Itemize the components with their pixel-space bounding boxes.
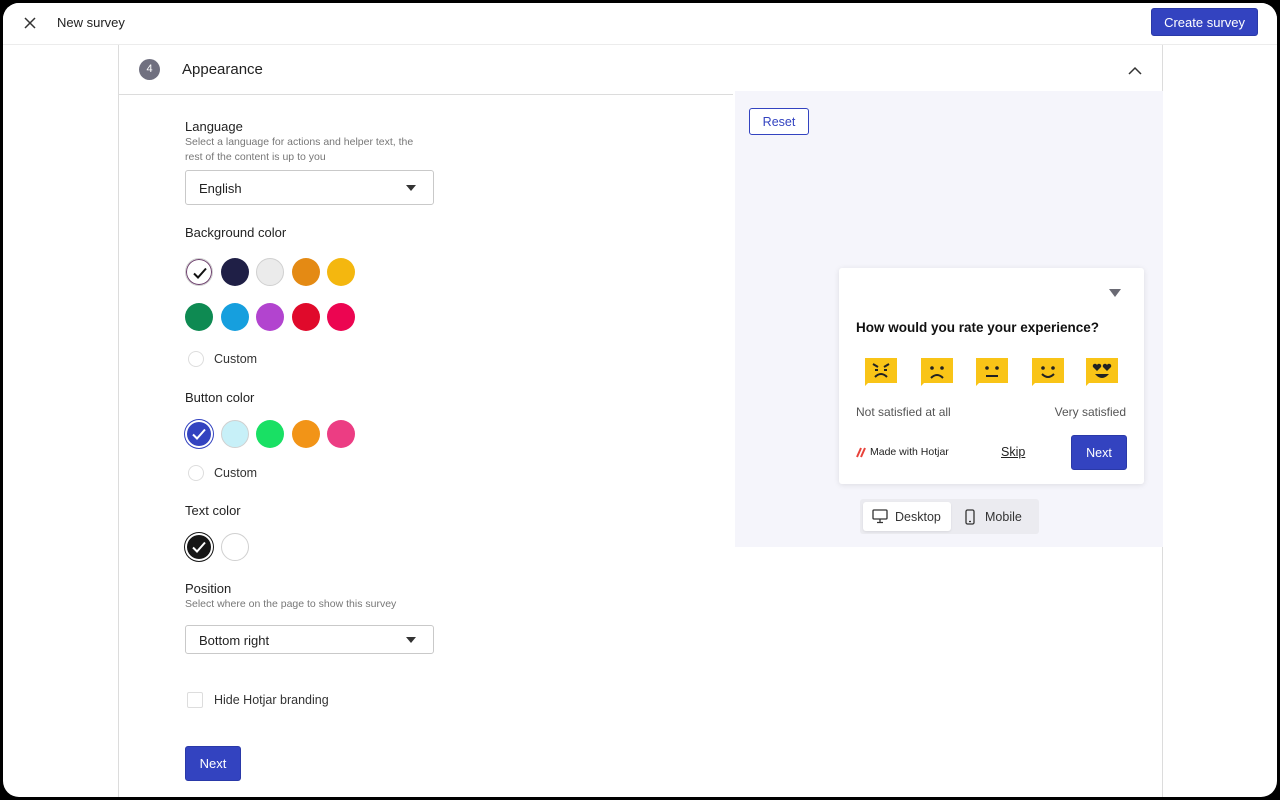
heart-eyes-face-icon[interactable] [1084,355,1120,386]
background-custom-radio[interactable] [188,351,204,367]
text-color-swatch[interactable] [221,533,249,561]
close-icon[interactable] [20,13,40,33]
language-helper-line1: Select a language for actions and helper… [185,136,414,148]
position-select-value: Bottom right [199,633,270,648]
button-color-swatch[interactable] [221,420,249,448]
widget-next-button[interactable]: Next [1071,435,1127,470]
button-custom-radio[interactable] [188,465,204,481]
page-title: New survey [57,15,125,30]
reset-button[interactable]: Reset [749,108,809,135]
top-bar: New survey Create survey [3,3,1277,45]
position-label: Position [185,581,232,596]
background-color-swatch[interactable] [221,303,249,331]
background-color-swatch[interactable] [256,303,284,331]
background-color-label: Background color [185,225,287,240]
scale-low-label: Not satisfied at all [856,405,951,419]
background-color-swatch[interactable] [327,258,355,286]
section-title: Appearance [182,61,263,78]
scale-high-label: Very satisfied [1054,405,1126,419]
position-select[interactable]: Bottom right [185,625,434,654]
hotjar-branding[interactable]: Made with Hotjar [856,446,949,458]
button-color-swatch[interactable] [327,420,355,448]
device-toggle: Desktop Mobile [860,499,1039,534]
brand-text: Made with Hotjar [870,446,949,458]
button-custom-label: Custom [214,466,258,480]
minimize-triangle-icon[interactable] [1108,287,1122,299]
caret-down-icon [406,185,416,191]
background-color-swatch[interactable] [185,303,213,331]
survey-question: How would you rate your experience? [856,320,1100,335]
position-helper: Select where on the page to show this su… [185,598,397,610]
sad-face-icon[interactable] [919,355,955,386]
text-color-swatch[interactable] [185,533,213,561]
checkmark-icon [193,267,207,279]
language-helper-line2: rest of the content is up to you [185,151,326,163]
caret-down-icon [406,637,416,643]
background-color-swatch[interactable] [221,258,249,286]
section-header[interactable]: 4 Appearance [119,45,733,95]
background-color-swatch[interactable] [185,258,213,286]
background-color-swatch[interactable] [292,303,320,331]
hide-branding-label: Hide Hotjar branding [214,693,329,707]
language-select[interactable]: English [185,170,434,205]
survey-preview-panel: Reset How would you rate your experience… [735,91,1163,547]
button-color-swatch[interactable] [292,420,320,448]
survey-widget: How would you rate your experience? Not … [839,268,1144,484]
neutral-face-icon[interactable] [974,355,1010,386]
skip-link[interactable]: Skip [1001,445,1025,459]
step-number-badge: 4 [139,59,160,80]
language-label: Language [185,119,243,134]
language-select-value: English [199,181,242,196]
background-color-swatch[interactable] [327,303,355,331]
mobile-toggle-button[interactable]: Mobile [955,502,1035,531]
desktop-icon [872,509,888,524]
app-window: New survey Create survey 4 Appearance La… [3,3,1277,797]
smile-face-icon[interactable] [1030,355,1066,386]
button-color-swatch[interactable] [185,420,213,448]
desktop-toggle-button[interactable]: Desktop [863,502,951,531]
text-color-label: Text color [185,503,241,518]
background-custom-label: Custom [214,352,258,366]
button-color-label: Button color [185,390,255,405]
desktop-label: Desktop [895,510,941,524]
button-color-swatch[interactable] [256,420,284,448]
mobile-label: Mobile [985,510,1022,524]
hide-branding-checkbox[interactable] [187,692,203,708]
chevron-up-icon[interactable] [1125,61,1145,81]
background-color-swatch[interactable] [292,258,320,286]
next-button[interactable]: Next [185,746,241,781]
angry-face-icon[interactable] [863,355,899,386]
checkmark-icon [192,428,206,440]
checkmark-icon [192,541,206,553]
hotjar-logo-icon [856,447,866,458]
background-color-swatch[interactable] [256,258,284,286]
create-survey-button[interactable]: Create survey [1151,8,1258,36]
mobile-phone-icon [965,509,975,525]
